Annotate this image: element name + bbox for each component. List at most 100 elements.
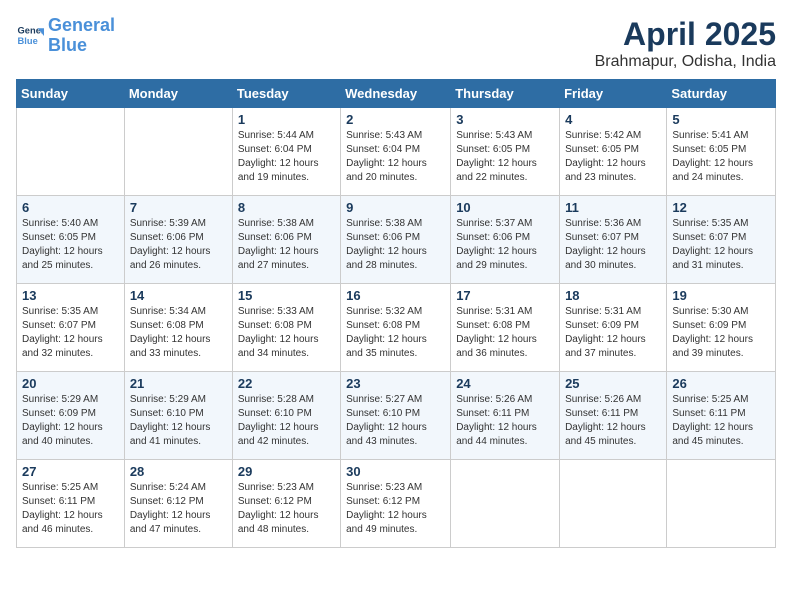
- day-detail: Sunrise: 5:42 AM Sunset: 6:05 PM Dayligh…: [565, 129, 661, 185]
- calendar-cell: 20Sunrise: 5:29 AM Sunset: 6:09 PM Dayli…: [17, 372, 125, 460]
- day-detail: Sunrise: 5:28 AM Sunset: 6:10 PM Dayligh…: [238, 393, 335, 449]
- day-detail: Sunrise: 5:35 AM Sunset: 6:07 PM Dayligh…: [672, 217, 770, 273]
- calendar-cell: [124, 108, 232, 196]
- calendar-cell: 7 Sunrise: 5:39 AM Sunset: 6:06 PM Daylig…: [124, 196, 232, 284]
- weekday-header-cell: Monday: [124, 80, 232, 108]
- svg-text:Blue: Blue: [18, 36, 38, 46]
- calendar-cell: 9 Sunrise: 5:38 AM Sunset: 6:06 PM Daylig…: [341, 196, 451, 284]
- day-number: 29: [238, 464, 335, 479]
- calendar-table: SundayMondayTuesdayWednesdayThursdayFrid…: [16, 79, 776, 548]
- calendar-cell: 13 Sunrise: 5:35 AM Sunset: 6:07 PM Dayli…: [17, 284, 125, 372]
- calendar-cell: 15 Sunrise: 5:33 AM Sunset: 6:08 PM Dayli…: [232, 284, 340, 372]
- calendar-cell: 28 Sunrise: 5:24 AM Sunset: 6:12 PM Dayli…: [124, 460, 232, 548]
- header: General Blue General Blue April 2025 Bra…: [16, 16, 776, 71]
- calendar-cell: 26Sunrise: 5:25 AM Sunset: 6:11 PM Dayli…: [667, 372, 776, 460]
- calendar-week-row: 20Sunrise: 5:29 AM Sunset: 6:09 PM Dayli…: [17, 372, 776, 460]
- day-detail: Sunrise: 5:23 AM Sunset: 6:12 PM Dayligh…: [346, 481, 445, 537]
- day-number: 25: [565, 376, 661, 391]
- day-number: 19: [672, 288, 770, 303]
- calendar-cell: 5Sunrise: 5:41 AM Sunset: 6:05 PM Daylig…: [667, 108, 776, 196]
- calendar-cell: 19 Sunrise: 5:30 AM Sunset: 6:09 PM Dayli…: [667, 284, 776, 372]
- day-detail: Sunrise: 5:33 AM Sunset: 6:08 PM Dayligh…: [238, 305, 335, 361]
- day-detail: Sunrise: 5:24 AM Sunset: 6:12 PM Dayligh…: [130, 481, 227, 537]
- calendar-cell: 10 Sunrise: 5:37 AM Sunset: 6:06 PM Dayli…: [451, 196, 560, 284]
- logo-line1: General: [48, 15, 115, 35]
- calendar-cell: 23Sunrise: 5:27 AM Sunset: 6:10 PM Dayli…: [341, 372, 451, 460]
- day-detail: Sunrise: 5:44 AM Sunset: 6:04 PM Dayligh…: [238, 129, 335, 185]
- day-number: 17: [456, 288, 554, 303]
- weekday-header-cell: Friday: [560, 80, 667, 108]
- day-detail: Sunrise: 5:30 AM Sunset: 6:09 PM Dayligh…: [672, 305, 770, 361]
- day-detail: Sunrise: 5:25 AM Sunset: 6:11 PM Dayligh…: [22, 481, 119, 537]
- calendar-cell: 24 Sunrise: 5:26 AM Sunset: 6:11 PM Dayli…: [451, 372, 560, 460]
- calendar-cell: 8 Sunrise: 5:38 AM Sunset: 6:06 PM Daylig…: [232, 196, 340, 284]
- day-number: 20: [22, 376, 119, 391]
- day-number: 3: [456, 112, 554, 127]
- logo-text: General Blue: [48, 16, 115, 56]
- day-detail: Sunrise: 5:31 AM Sunset: 6:09 PM Dayligh…: [565, 305, 661, 361]
- day-number: 4: [565, 112, 661, 127]
- day-number: 28: [130, 464, 227, 479]
- day-detail: Sunrise: 5:31 AM Sunset: 6:08 PM Dayligh…: [456, 305, 554, 361]
- calendar-cell: 21 Sunrise: 5:29 AM Sunset: 6:10 PM Dayli…: [124, 372, 232, 460]
- calendar-cell: 12 Sunrise: 5:35 AM Sunset: 6:07 PM Dayli…: [667, 196, 776, 284]
- day-detail: Sunrise: 5:39 AM Sunset: 6:06 PM Dayligh…: [130, 217, 227, 273]
- calendar-title: April 2025: [595, 16, 776, 53]
- day-number: 8: [238, 200, 335, 215]
- weekday-header-row: SundayMondayTuesdayWednesdayThursdayFrid…: [17, 80, 776, 108]
- day-detail: Sunrise: 5:43 AM Sunset: 6:04 PM Dayligh…: [346, 129, 445, 185]
- calendar-cell: [667, 460, 776, 548]
- calendar-cell: 27 Sunrise: 5:25 AM Sunset: 6:11 PM Dayli…: [17, 460, 125, 548]
- day-detail: Sunrise: 5:32 AM Sunset: 6:08 PM Dayligh…: [346, 305, 445, 361]
- day-number: 21: [130, 376, 227, 391]
- calendar-cell: 22Sunrise: 5:28 AM Sunset: 6:10 PM Dayli…: [232, 372, 340, 460]
- day-detail: Sunrise: 5:43 AM Sunset: 6:05 PM Dayligh…: [456, 129, 554, 185]
- day-detail: Sunrise: 5:38 AM Sunset: 6:06 PM Dayligh…: [238, 217, 335, 273]
- day-number: 9: [346, 200, 445, 215]
- day-number: 6: [22, 200, 119, 215]
- day-detail: Sunrise: 5:26 AM Sunset: 6:11 PM Dayligh…: [456, 393, 554, 449]
- calendar-body: 1 Sunrise: 5:44 AM Sunset: 6:04 PM Daylig…: [17, 108, 776, 548]
- weekday-header-cell: Sunday: [17, 80, 125, 108]
- weekday-header-cell: Tuesday: [232, 80, 340, 108]
- day-number: 30: [346, 464, 445, 479]
- calendar-cell: 16 Sunrise: 5:32 AM Sunset: 6:08 PM Dayli…: [341, 284, 451, 372]
- day-detail: Sunrise: 5:37 AM Sunset: 6:06 PM Dayligh…: [456, 217, 554, 273]
- calendar-cell: 1 Sunrise: 5:44 AM Sunset: 6:04 PM Daylig…: [232, 108, 340, 196]
- day-number: 10: [456, 200, 554, 215]
- calendar-week-row: 1 Sunrise: 5:44 AM Sunset: 6:04 PM Daylig…: [17, 108, 776, 196]
- day-number: 1: [238, 112, 335, 127]
- day-detail: Sunrise: 5:38 AM Sunset: 6:06 PM Dayligh…: [346, 217, 445, 273]
- logo: General Blue General Blue: [16, 16, 115, 56]
- calendar-cell: 18Sunrise: 5:31 AM Sunset: 6:09 PM Dayli…: [560, 284, 667, 372]
- calendar-week-row: 13 Sunrise: 5:35 AM Sunset: 6:07 PM Dayli…: [17, 284, 776, 372]
- calendar-cell: 4 Sunrise: 5:42 AM Sunset: 6:05 PM Daylig…: [560, 108, 667, 196]
- day-number: 12: [672, 200, 770, 215]
- day-detail: Sunrise: 5:41 AM Sunset: 6:05 PM Dayligh…: [672, 129, 770, 185]
- weekday-header-cell: Wednesday: [341, 80, 451, 108]
- day-detail: Sunrise: 5:23 AM Sunset: 6:12 PM Dayligh…: [238, 481, 335, 537]
- calendar-cell: 11Sunrise: 5:36 AM Sunset: 6:07 PM Dayli…: [560, 196, 667, 284]
- title-area: April 2025 Brahmapur, Odisha, India: [595, 16, 776, 71]
- logo-line2: Blue: [48, 35, 87, 55]
- day-number: 27: [22, 464, 119, 479]
- calendar-cell: 14Sunrise: 5:34 AM Sunset: 6:08 PM Dayli…: [124, 284, 232, 372]
- day-detail: Sunrise: 5:29 AM Sunset: 6:10 PM Dayligh…: [130, 393, 227, 449]
- weekday-header-cell: Thursday: [451, 80, 560, 108]
- day-number: 24: [456, 376, 554, 391]
- day-detail: Sunrise: 5:26 AM Sunset: 6:11 PM Dayligh…: [565, 393, 661, 449]
- day-detail: Sunrise: 5:35 AM Sunset: 6:07 PM Dayligh…: [22, 305, 119, 361]
- logo-icon: General Blue: [16, 22, 44, 50]
- day-number: 13: [22, 288, 119, 303]
- calendar-week-row: 27 Sunrise: 5:25 AM Sunset: 6:11 PM Dayli…: [17, 460, 776, 548]
- weekday-header-cell: Saturday: [667, 80, 776, 108]
- day-number: 7: [130, 200, 227, 215]
- calendar-cell: 3 Sunrise: 5:43 AM Sunset: 6:05 PM Daylig…: [451, 108, 560, 196]
- day-detail: Sunrise: 5:40 AM Sunset: 6:05 PM Dayligh…: [22, 217, 119, 273]
- calendar-cell: 2Sunrise: 5:43 AM Sunset: 6:04 PM Daylig…: [341, 108, 451, 196]
- day-number: 16: [346, 288, 445, 303]
- day-number: 15: [238, 288, 335, 303]
- day-detail: Sunrise: 5:34 AM Sunset: 6:08 PM Dayligh…: [130, 305, 227, 361]
- calendar-cell: [560, 460, 667, 548]
- calendar-cell: [451, 460, 560, 548]
